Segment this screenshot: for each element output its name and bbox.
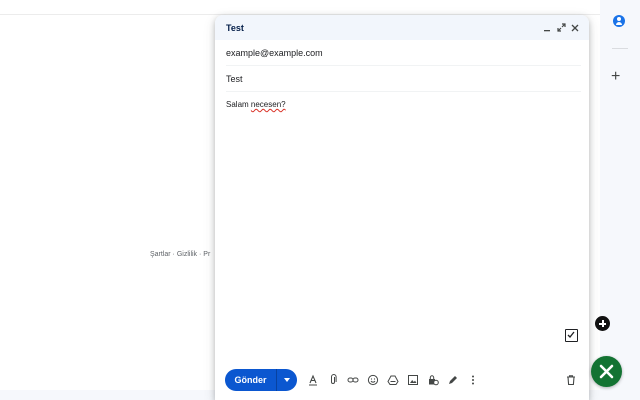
side-divider <box>612 48 628 49</box>
more-options-icon[interactable] <box>463 370 483 390</box>
body-text: Salam <box>226 100 251 109</box>
send-options-button[interactable] <box>277 369 297 391</box>
text-format-icon[interactable] <box>303 370 323 390</box>
trash-icon[interactable] <box>561 370 581 390</box>
top-bar <box>0 0 600 15</box>
drive-icon[interactable] <box>383 370 403 390</box>
account-icon[interactable] <box>613 15 625 27</box>
add-icon[interactable]: + <box>611 68 620 86</box>
add-icon[interactable] <box>595 316 610 331</box>
close-icon <box>599 364 614 379</box>
subject-field[interactable]: Test <box>226 66 581 92</box>
photo-icon[interactable] <box>403 370 423 390</box>
side-panel: + <box>600 0 640 400</box>
send-button-group: Gönder <box>225 369 297 391</box>
confidential-icon[interactable] <box>423 370 443 390</box>
footer-links[interactable]: Şartlar · Gizlilik · Pr <box>150 251 210 258</box>
link-icon[interactable] <box>343 370 363 390</box>
close-icon[interactable] <box>569 22 581 34</box>
message-body[interactable]: Salam necesen? <box>226 100 578 109</box>
compose-title: Test <box>226 22 244 33</box>
compose-toolbar: Gönder <box>225 369 581 391</box>
checkbox-icon[interactable] <box>565 329 578 342</box>
send-button[interactable]: Gönder <box>225 369 276 391</box>
signature-icon[interactable] <box>443 370 463 390</box>
close-fab-button[interactable] <box>591 356 622 387</box>
subject-value: Test <box>226 73 243 84</box>
to-value: example@example.com <box>226 47 323 58</box>
to-field[interactable]: example@example.com <box>226 40 581 66</box>
emoji-icon[interactable] <box>363 370 383 390</box>
misspelled-word[interactable]: necesen? <box>251 100 286 109</box>
expand-icon[interactable] <box>555 22 567 34</box>
compose-window: Test example@example.com Test Salam nece… <box>215 15 589 400</box>
minimize-icon[interactable] <box>541 22 553 34</box>
attach-icon[interactable] <box>323 370 343 390</box>
toolbar-tools <box>303 370 483 390</box>
compose-header[interactable]: Test <box>215 15 589 40</box>
